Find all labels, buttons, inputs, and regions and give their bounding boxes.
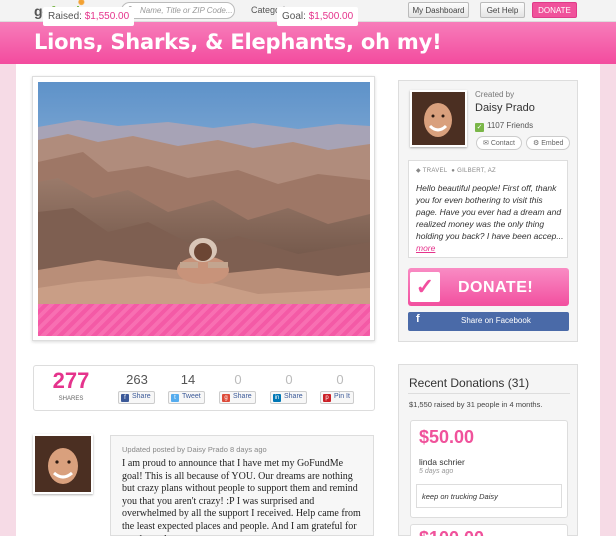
goal-label: Goal:: [282, 11, 306, 22]
title-banner: Lions, Sharks, & Elephants, oh my!: [0, 22, 616, 64]
recent-donations-title: Recent Donations (31): [409, 376, 530, 390]
share-on-facebook-label[interactable]: Share on Facebook: [461, 316, 531, 325]
facebook-share-label: Share: [132, 393, 151, 400]
my-dashboard-button[interactable]: My Dashboard: [408, 2, 469, 18]
tweet-button[interactable]: t Tweet: [168, 391, 205, 404]
donate-button-label[interactable]: DONATE!: [458, 279, 533, 297]
checkmark-icon: ✓: [410, 272, 440, 302]
campaign-title: Lions, Sharks, & Elephants, oh my!: [34, 30, 442, 54]
embed-icon: ⚙: [533, 140, 540, 147]
tweet-label: Tweet: [182, 393, 201, 400]
header-donate-button[interactable]: DONATE: [532, 2, 577, 18]
mail-icon: ✉: [483, 140, 489, 147]
goal-amount: Goal: $1,500.00: [277, 7, 359, 26]
contact-label: Contact: [490, 140, 515, 147]
facebook-share-count: 263: [126, 372, 148, 387]
embed-button[interactable]: ⚙ Embed: [526, 136, 571, 150]
goal-value: $1,500.00: [308, 11, 354, 22]
campaign-description: Hello beautiful people! First off, thank…: [416, 182, 564, 254]
created-by-label: Created by: [475, 90, 515, 99]
google-share-count: 0: [234, 372, 242, 387]
sun-icon: ✺: [78, 0, 85, 7]
category-label[interactable]: TRAVEL: [423, 168, 447, 174]
tag-icon: ◆: [416, 168, 421, 174]
raised-amount: Raised: $1,550.00: [43, 7, 135, 26]
raised-label: Raised:: [48, 11, 82, 22]
update-author-avatar[interactable]: [33, 434, 93, 494]
donation-time: 5 days ago: [419, 468, 454, 475]
linkedin-share-label: Share: [284, 393, 303, 400]
donation-amount: $100.00: [419, 528, 484, 536]
creator-avatar[interactable]: [410, 90, 467, 147]
pin-it-label: Pin It: [334, 393, 350, 400]
divider: [408, 393, 570, 394]
get-help-button[interactable]: Get Help: [480, 2, 525, 18]
campaign-photo[interactable]: [38, 82, 370, 304]
google-share-label: Share: [233, 393, 252, 400]
friends-count: ✓ 1107 Friends: [475, 121, 533, 132]
linkedin-icon: in: [273, 394, 281, 402]
linkedin-share-button[interactable]: in Share: [270, 391, 307, 404]
location-label: GILBERT, AZ: [457, 168, 496, 174]
creator-name[interactable]: Daisy Prado: [475, 102, 535, 114]
donations-summary: $1,550 raised by 31 people in 4 months.: [409, 400, 543, 409]
google-plus-icon: g: [222, 394, 230, 402]
linkedin-share-count: 0: [285, 372, 293, 387]
search-input[interactable]: ⚲ Name, Title or ZIP Code...: [121, 2, 235, 19]
twitter-icon: t: [171, 394, 179, 402]
pin-it-button[interactable]: p Pin It: [320, 391, 354, 404]
facebook-icon: f: [121, 394, 129, 402]
pinterest-count: 0: [336, 372, 344, 387]
total-shares-count: 277: [52, 368, 90, 393]
total-shares-label: SHARES: [58, 396, 84, 402]
update-text: I am proud to announce that I have met m…: [122, 458, 361, 536]
facebook-friends-icon: ✓: [475, 123, 484, 132]
raised-value: $1,550.00: [84, 11, 130, 22]
tweet-count: 14: [180, 372, 196, 387]
facebook-share-button[interactable]: f Share: [118, 391, 155, 404]
contact-button[interactable]: ✉ Contact: [476, 136, 522, 150]
facebook-icon: f: [416, 313, 420, 325]
update-meta: Updated posted by Daisy Prado 8 days ago: [122, 445, 267, 454]
donation-message: keep on trucking Daisy: [422, 492, 498, 501]
donor-name: linda schrier: [419, 457, 465, 467]
search-placeholder: Name, Title or ZIP Code...: [140, 6, 233, 15]
funding-stats-bar: [38, 304, 370, 336]
embed-label: Embed: [541, 140, 564, 147]
campaign-meta: ◆ TRAVEL ● GILBERT, AZ: [416, 167, 496, 174]
donation-amount: $50.00: [419, 427, 475, 447]
google-share-button[interactable]: g Share: [219, 391, 256, 404]
pinterest-icon: p: [323, 394, 331, 402]
description-text: Hello beautiful people! First off, thank…: [416, 183, 564, 241]
more-link[interactable]: more: [416, 243, 435, 253]
location-icon: ●: [451, 168, 456, 174]
friends-label: 1107 Friends: [487, 121, 534, 130]
